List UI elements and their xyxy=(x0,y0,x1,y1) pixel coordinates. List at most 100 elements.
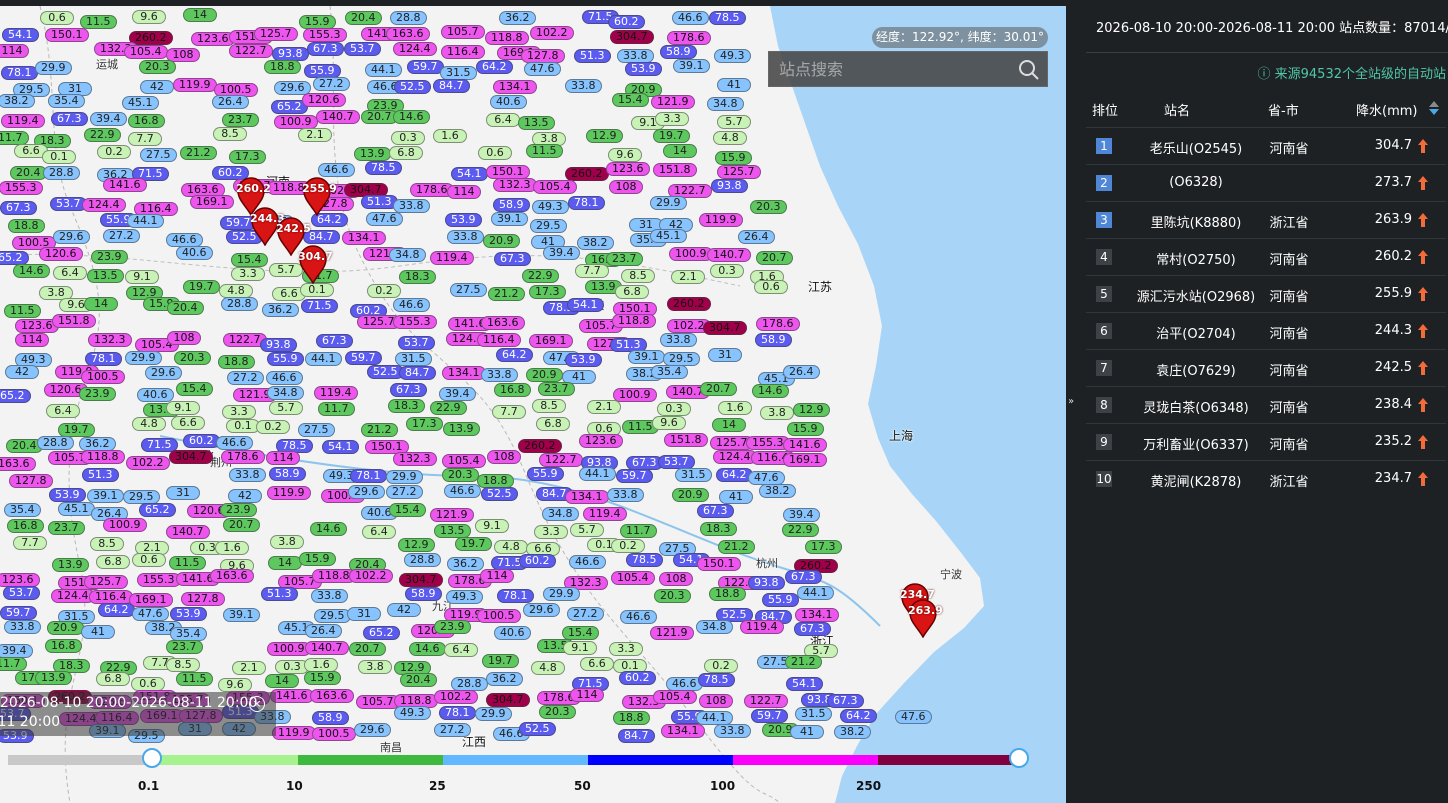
station-marker[interactable]: 44.1 xyxy=(696,711,733,725)
station-marker[interactable]: 31.5 xyxy=(795,707,832,721)
station-marker[interactable]: 53.9 xyxy=(49,488,86,502)
station-marker[interactable]: 46.6 xyxy=(444,484,481,498)
station-marker[interactable]: 29.9 xyxy=(543,587,580,601)
station-marker[interactable]: 124.4 xyxy=(51,589,95,603)
station-marker[interactable]: 102.2 xyxy=(126,456,170,470)
station-marker[interactable]: 93.8 xyxy=(748,576,785,590)
station-marker[interactable]: 17.3 xyxy=(229,150,266,164)
station-marker[interactable]: 34.8 xyxy=(696,620,733,634)
station-marker[interactable]: 41 xyxy=(81,625,115,639)
station-marker[interactable]: 49.3 xyxy=(446,590,483,604)
table-row[interactable]: 7 袁庄(O7629) 河南省 242.5 xyxy=(1086,349,1446,386)
station-marker[interactable]: 116.4 xyxy=(441,45,485,59)
station-search-input[interactable] xyxy=(769,52,1009,86)
station-marker[interactable]: 3.3 xyxy=(655,112,689,126)
station-marker[interactable]: 29.5 xyxy=(530,219,567,233)
station-marker[interactable]: 46.6 xyxy=(266,371,303,385)
station-marker[interactable]: 60.2 xyxy=(608,15,645,29)
station-marker[interactable]: 4.8 xyxy=(494,540,528,554)
station-marker[interactable]: 0.3 xyxy=(657,402,691,416)
station-marker[interactable]: 2.1 xyxy=(232,661,266,675)
station-marker[interactable]: 42 xyxy=(228,489,262,503)
station-marker[interactable]: 17.3 xyxy=(805,540,842,554)
station-marker[interactable]: 38.2 xyxy=(577,236,614,250)
station-marker[interactable]: 46.6 xyxy=(393,298,430,312)
station-marker[interactable]: 114 xyxy=(266,451,300,465)
station-marker[interactable]: 0.1 xyxy=(226,419,260,433)
station-marker[interactable]: 67.3 xyxy=(794,622,831,636)
station-marker[interactable]: 105.7 xyxy=(441,25,485,39)
station-marker[interactable]: 100.9 xyxy=(613,388,657,402)
table-row[interactable]: 8 灵珑白茶(O6348) 河南省 238.4 xyxy=(1086,386,1446,423)
station-marker[interactable]: 39.4 xyxy=(90,112,127,126)
station-marker[interactable]: 13.9 xyxy=(443,422,480,436)
station-marker[interactable]: 55.9 xyxy=(304,64,341,78)
station-marker[interactable]: 2.1 xyxy=(587,400,621,414)
station-marker[interactable]: 49.3 xyxy=(532,200,569,214)
station-marker[interactable]: 67.3 xyxy=(827,694,864,708)
station-marker[interactable]: 64.2 xyxy=(476,60,513,74)
station-marker[interactable]: 11.7 xyxy=(318,402,355,416)
station-marker[interactable]: 124.4 xyxy=(82,198,126,212)
station-marker[interactable]: 120.6 xyxy=(39,247,83,261)
station-marker[interactable]: 121.9 xyxy=(651,95,695,109)
station-marker[interactable]: 51.3 xyxy=(82,468,119,482)
station-marker[interactable]: 33.8 xyxy=(4,620,41,634)
station-marker[interactable]: 47.6 xyxy=(132,607,169,621)
station-marker[interactable]: 108 xyxy=(699,694,733,708)
station-marker[interactable]: 41 xyxy=(719,490,753,504)
station-marker[interactable]: 9.1 xyxy=(563,641,597,655)
station-marker[interactable]: 64.2 xyxy=(716,468,753,482)
station-marker[interactable]: 49.3 xyxy=(714,49,751,63)
station-marker[interactable]: 67.3 xyxy=(697,504,734,518)
station-marker[interactable]: 34.8 xyxy=(707,97,744,111)
station-marker[interactable]: 35.4 xyxy=(170,627,207,641)
station-marker[interactable]: 9.1 xyxy=(166,401,200,415)
station-marker[interactable]: 31.5 xyxy=(395,352,432,366)
station-marker[interactable]: 1.6 xyxy=(718,401,752,415)
station-marker[interactable]: 31 xyxy=(708,348,742,362)
station-marker[interactable]: 67.3 xyxy=(307,42,344,56)
station-marker[interactable]: 52.5 xyxy=(394,80,431,94)
station-marker[interactable]: 17.3 xyxy=(406,417,443,431)
station-marker[interactable]: 132.3 xyxy=(393,452,437,466)
station-marker[interactable]: 42 xyxy=(140,80,174,94)
station-marker[interactable]: 18.8 xyxy=(264,60,301,74)
station-marker[interactable]: 13.9 xyxy=(35,671,72,685)
station-marker[interactable]: 140.7 xyxy=(316,110,360,124)
station-marker[interactable]: 20.7 xyxy=(349,642,386,656)
station-marker[interactable]: 29.5 xyxy=(663,352,700,366)
table-row[interactable]: 1 老乐山(O2545) 河南省 304.7 xyxy=(1086,127,1446,164)
station-marker[interactable]: 39.4 xyxy=(783,508,820,522)
station-marker[interactable]: 38.2 xyxy=(759,484,796,498)
station-marker[interactable]: 31.5 xyxy=(675,468,712,482)
station-marker[interactable]: 36.2 xyxy=(447,557,484,571)
station-marker[interactable]: 6.8 xyxy=(615,285,649,299)
station-marker[interactable]: 3.3 xyxy=(222,405,256,419)
station-marker[interactable]: 16.8 xyxy=(128,114,165,128)
station-marker[interactable]: 51.3 xyxy=(361,195,398,209)
station-marker[interactable]: 0.6 xyxy=(754,280,788,294)
station-marker[interactable]: 6.6 xyxy=(580,657,614,671)
station-marker[interactable]: 29.5 xyxy=(314,609,351,623)
station-marker[interactable]: 0.6 xyxy=(40,11,74,25)
station-marker[interactable]: 119.4 xyxy=(430,251,474,265)
station-marker[interactable]: 54.1 xyxy=(451,167,488,181)
station-marker[interactable]: 108 xyxy=(609,180,643,194)
station-marker[interactable]: 15.9 xyxy=(787,422,824,436)
station-marker[interactable]: 44.1 xyxy=(127,214,164,228)
station-marker[interactable]: 8.5 xyxy=(621,269,655,283)
station-marker[interactable]: 59.7 xyxy=(751,709,788,723)
station-marker[interactable]: 1.6 xyxy=(304,658,338,672)
station-marker[interactable]: 59.7 xyxy=(345,351,382,365)
station-marker[interactable]: 93.8 xyxy=(711,179,748,193)
station-marker[interactable]: 21.2 xyxy=(488,287,525,301)
legend-min-handle[interactable] xyxy=(142,748,162,768)
station-marker[interactable]: 14 xyxy=(183,8,217,22)
station-marker[interactable]: 33.8 xyxy=(447,230,484,244)
station-marker[interactable]: 5.7 xyxy=(570,523,604,537)
station-marker[interactable]: 0.6 xyxy=(132,553,166,567)
station-marker[interactable]: 78.5 xyxy=(365,161,402,175)
station-marker[interactable]: 155.3 xyxy=(137,573,181,587)
station-marker[interactable]: 124.4 xyxy=(393,42,437,56)
